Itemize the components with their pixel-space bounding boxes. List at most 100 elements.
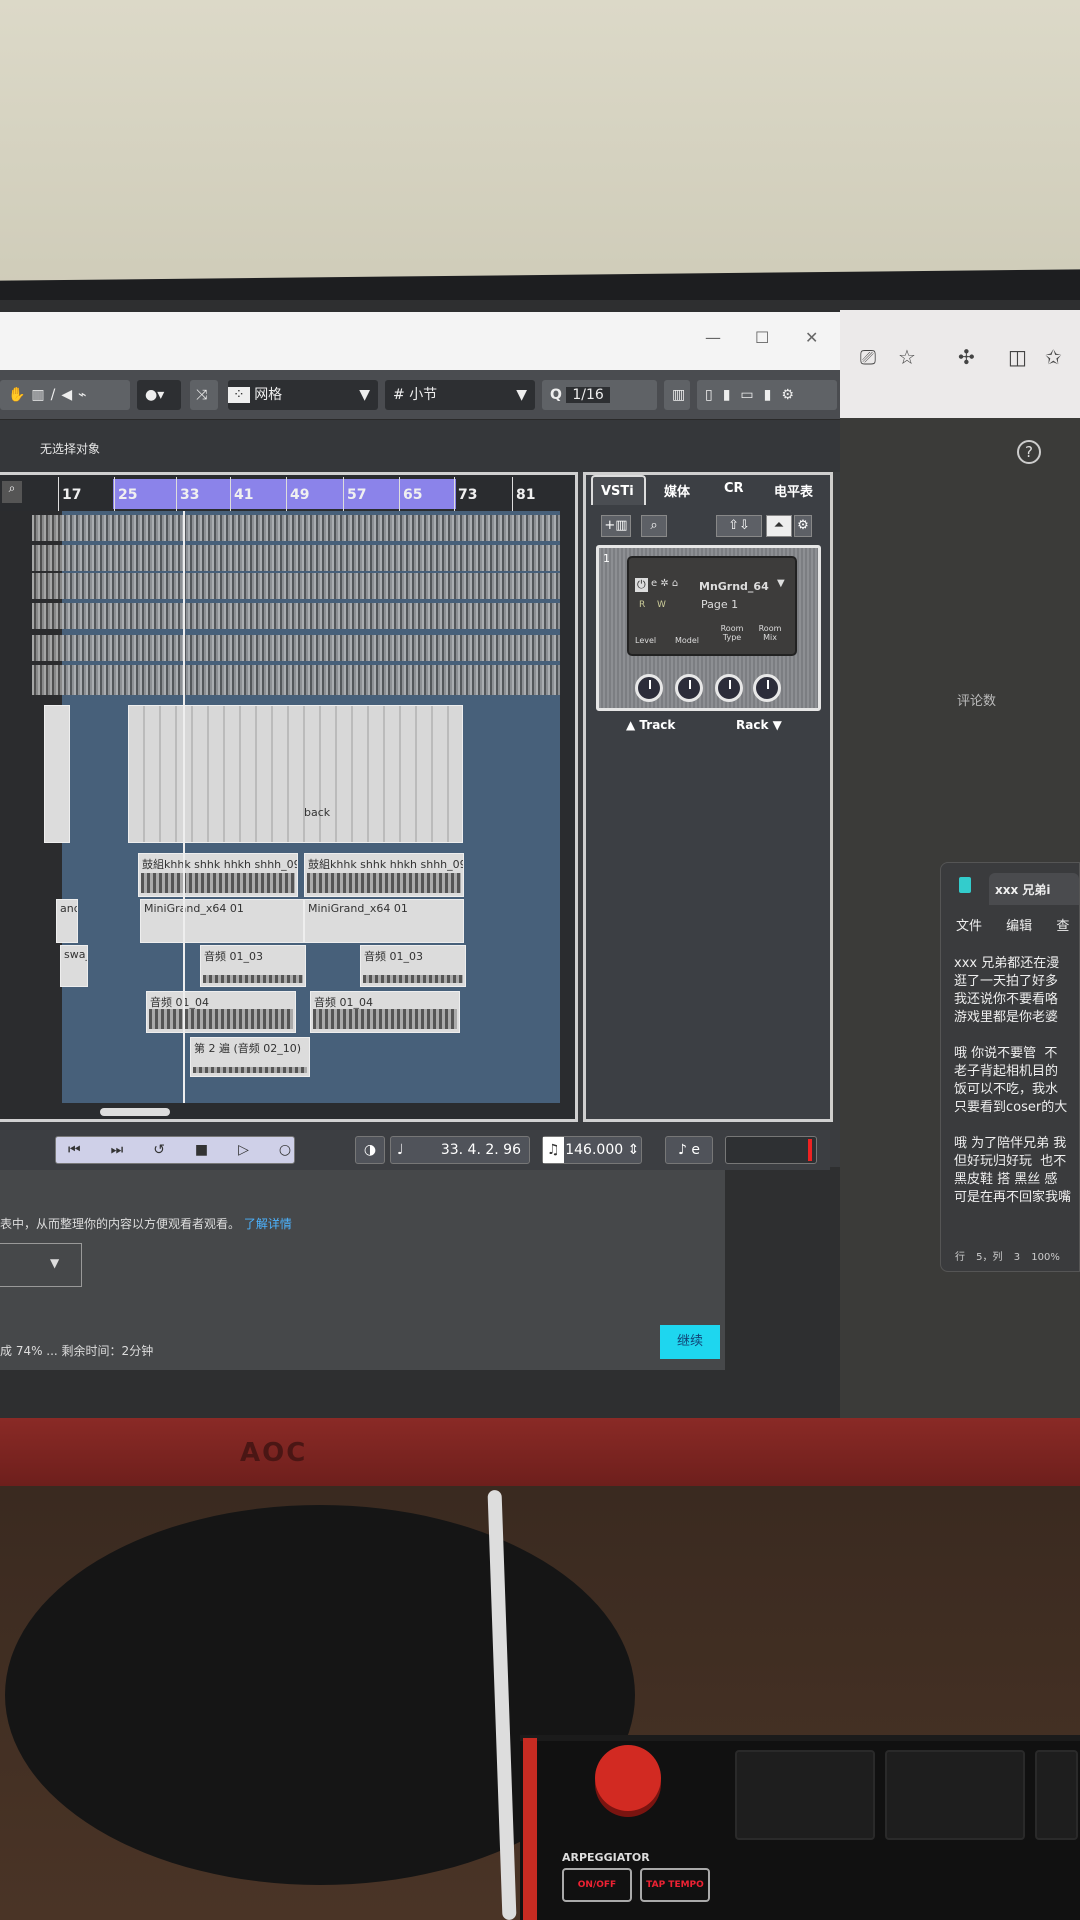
chevron-down-icon[interactable]: ▼ [777, 578, 785, 589]
keyboard-red-trim [523, 1738, 537, 1920]
read-automation-button[interactable]: R [639, 600, 645, 610]
keyboard-icon[interactable]: ▥ [664, 380, 690, 410]
audio-event[interactable]: swa_ [60, 945, 88, 987]
no-selection-label: 无选择对象 [40, 442, 101, 456]
zoom-icon[interactable]: ⌕ [2, 481, 22, 503]
midi-part[interactable]: MiniGrand_x64 01 [304, 899, 464, 943]
midi-part[interactable]: MiniGrand_x64 01 [140, 899, 304, 943]
audio-event[interactable]: 音频 01_04 [310, 991, 460, 1033]
instrument-rack-slot[interactable]: 1 ⏻ e ✲ ⌂ MnGrnd_64 ▼ R W Page 1 Level M… [596, 545, 821, 711]
up-down-arrows-icon[interactable]: ⇧⇩ [716, 515, 762, 537]
tempo-display[interactable]: ♫ 146.000 ⇕ [542, 1136, 642, 1164]
gear-icon[interactable]: ⚙ [794, 515, 812, 537]
param-label: Room Mix [758, 624, 782, 642]
write-automation-button[interactable]: W [657, 600, 666, 610]
edit-icon[interactable]: e ✲ ⌂ [651, 578, 678, 589]
level-knob[interactable] [635, 674, 663, 702]
tab-control-room[interactable]: CR [724, 481, 744, 496]
notepad-status-bar: 行 5，列 3 100% [955, 1252, 1060, 1263]
ruler[interactable]: ⌕ 17 25 33 41 49 57 65 73 81 [0, 475, 575, 511]
horizontal-scrollbar[interactable] [60, 1103, 560, 1119]
layout-buttons[interactable]: ▯▮▭▮⚙ [697, 380, 837, 410]
drum-pad[interactable] [885, 1750, 1025, 1840]
slot-number: 1 [603, 552, 610, 565]
audio-event[interactable]: 鼓組khhk shhk hhkh shhh_09 [304, 853, 464, 897]
metronome-icon[interactable]: ♪ e [665, 1136, 713, 1164]
close-button[interactable]: ✕ [805, 328, 818, 347]
bar-81: 81 [511, 477, 536, 511]
audio-event[interactable]: 音频 01_03 [200, 945, 306, 987]
position-display[interactable]: ♩ 33. 4. 2. 96 [390, 1136, 530, 1164]
scrollbar-thumb[interactable] [100, 1108, 170, 1116]
clip-label: MiniGrand_x64 01 [308, 902, 408, 915]
snap-type-value: 网格 [254, 387, 283, 403]
snap-type-dropdown[interactable]: ⁘ 网格 ▼ [228, 380, 378, 410]
tool-mode-dropdown[interactable]: ●▾ [137, 380, 181, 410]
menu-view[interactable]: 查 [1056, 919, 1069, 934]
add-instrument-icon[interactable]: +▥ [601, 515, 631, 537]
drum-pad[interactable] [735, 1750, 875, 1840]
audio-event[interactable]: 第 2 遍 (音频 02_10) [190, 1037, 310, 1077]
upload-dialog: 表中，从而整理你的内容以方便观看者观看。 了解详情 ▼ 成 74% ... 剩余… [0, 1165, 725, 1370]
bar-25: 25 [113, 477, 138, 511]
rack-toggle[interactable]: Rack ▼ [736, 718, 782, 732]
instrument-name[interactable]: MnGrnd_64 [699, 580, 769, 593]
menu-file[interactable]: 文件 [956, 919, 982, 934]
snap-toggle-icon[interactable]: ⤨ [190, 380, 218, 410]
room-mix-knob[interactable] [753, 674, 781, 702]
clip-label: 鼓組khhk shhk hhkh shhh_09 [142, 858, 298, 871]
audio-track-waveform[interactable] [32, 665, 560, 695]
model-knob[interactable] [675, 674, 703, 702]
notepad-tab[interactable]: xxx 兄弟i [989, 873, 1079, 905]
level-meter [725, 1136, 817, 1164]
minimize-button[interactable]: — [705, 328, 721, 347]
favorite-star-icon[interactable]: ☆ [898, 345, 916, 369]
learn-more-link[interactable]: 了解详情 [244, 1217, 292, 1231]
joystick[interactable] [595, 1745, 661, 1811]
power-icon[interactable]: ⏻ [635, 578, 648, 592]
continue-button[interactable]: 继续 [660, 1325, 720, 1359]
comments-column-header[interactable]: 评论数 [957, 690, 996, 709]
midi-part[interactable]: back [128, 705, 463, 843]
audio-event[interactable]: 音频 01_03 [360, 945, 466, 987]
track-toggle[interactable]: ▲ Track [626, 718, 675, 732]
extensions-icon[interactable]: ✣ [958, 345, 975, 369]
maximize-button[interactable]: ☐ [755, 328, 769, 347]
audio-track-waveform[interactable] [32, 545, 560, 571]
audio-track-waveform[interactable] [32, 573, 560, 599]
grid-type-dropdown[interactable]: # 小节 ▼ [385, 380, 535, 410]
playlist-dropdown[interactable]: ▼ [0, 1243, 82, 1287]
audio-track-waveform[interactable] [32, 603, 560, 629]
drum-pad[interactable] [1035, 1750, 1078, 1840]
audio-event[interactable]: 鼓組khhk shhk hhkh shhh_09 [138, 853, 298, 897]
notepad-text-area[interactable]: xxx 兄弟都还在漫 逛了一天拍了好多 我还说你不要看咯 游戏里都是你老婆 哦 … [954, 955, 1079, 1207]
project-window[interactable]: ⌕ 17 25 33 41 49 57 65 73 81 back 鼓組khhk… [0, 472, 578, 1122]
playhead-cursor[interactable] [183, 511, 185, 1119]
tap-tempo-button[interactable]: TAP TEMPO [640, 1868, 710, 1902]
split-screen-icon[interactable]: ◫ [1008, 345, 1027, 369]
tab-media[interactable]: 媒体 [664, 481, 690, 500]
search-icon[interactable]: ⌕ [641, 515, 667, 537]
vertical-scrollbar[interactable] [560, 511, 575, 1119]
grid-type-value: 小节 [409, 387, 438, 403]
arp-on-off-button[interactable]: ON/OFF [562, 1868, 632, 1902]
sync-icon[interactable]: ◑ [355, 1136, 385, 1164]
arpeggiator-label: ARPEGGIATOR [562, 1851, 650, 1864]
room-type-knob[interactable] [715, 674, 743, 702]
audio-event[interactable]: 音频 01_04 [146, 991, 296, 1033]
transport-controls[interactable]: ⏮⏭↺■▷○ [55, 1136, 295, 1164]
tab-meter[interactable]: 电平表 [774, 481, 813, 500]
midi-part[interactable] [44, 705, 70, 843]
menu-edit[interactable]: 编辑 [1006, 919, 1032, 934]
audio-track-waveform[interactable] [32, 515, 560, 541]
cast-icon[interactable]: ⎚ [860, 345, 876, 369]
audio-track-waveform[interactable] [32, 635, 560, 661]
quantize-field[interactable]: Q 1/16 [542, 380, 657, 410]
tab-vsti[interactable]: VSTi [591, 475, 646, 505]
help-icon[interactable]: ? [1017, 440, 1041, 464]
collapse-icon[interactable]: ⏶ [766, 515, 792, 537]
favorites-icon[interactable]: ✩ [1045, 345, 1062, 369]
midi-part[interactable]: and_ [56, 899, 78, 943]
wall [0, 0, 1080, 290]
tool-buttons[interactable]: ✋▥/◀⌁ [0, 380, 130, 410]
